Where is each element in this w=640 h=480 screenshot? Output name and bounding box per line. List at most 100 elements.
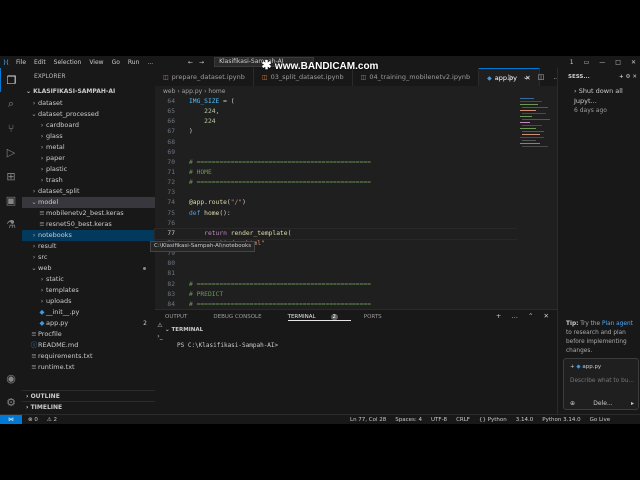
tree-item[interactable]: › paper (22, 153, 155, 164)
breadcrumb[interactable]: web › app.py › home (155, 86, 557, 97)
maximize-icon[interactable]: □ (615, 59, 621, 66)
tree-item[interactable]: › glass (22, 131, 155, 142)
remote-icon[interactable]: ⋈ (0, 415, 22, 424)
close-panel-icon[interactable]: ✕ (544, 312, 549, 320)
tree-item[interactable]: ◆ __init__.py (22, 307, 155, 318)
code-line[interactable]: 81 (155, 269, 517, 279)
code-line[interactable]: 80 (155, 259, 517, 269)
code-line[interactable]: 71 # HOME (155, 168, 517, 178)
search-icon[interactable]: ⌕ (0, 92, 22, 116)
tree-item[interactable]: ⌄model (22, 197, 155, 208)
tree-item[interactable]: › dataset (22, 98, 155, 109)
code-line[interactable]: 76 (155, 219, 517, 229)
code-line[interactable]: 75 def home(): (155, 209, 517, 219)
panel-tab[interactable]: OUTPUT (165, 314, 200, 320)
code-line[interactable]: 69 (155, 148, 517, 158)
tree-item[interactable]: ≡runtime.txt (22, 362, 155, 373)
code-line[interactable]: 72 # ====================================… (155, 178, 517, 188)
new-terminal-icon[interactable]: + (496, 312, 501, 320)
extensions-icon[interactable]: ⊞ (0, 164, 22, 188)
tree-item[interactable]: ⌄dataset_processed (22, 109, 155, 120)
panel-tab[interactable]: DEBUG CONSOLE (213, 314, 274, 320)
tree-item[interactable]: ⌄web (22, 263, 155, 274)
mode-select[interactable]: Dele... (593, 400, 612, 407)
tree-item[interactable]: › result (22, 241, 155, 252)
code-line[interactable]: 65 224, (155, 107, 517, 117)
status-item[interactable]: 3.14.0 (516, 417, 534, 423)
split-editor-icon[interactable]: ◫ (538, 73, 545, 81)
remote-explorer-icon[interactable]: ▣ (0, 188, 22, 212)
outline-section[interactable]: › OUTLINE (22, 390, 155, 401)
editor-tab[interactable]: ◫ prepare_dataset.ipynb (155, 68, 254, 86)
terminal-header[interactable]: ⌄ TERMINAL (155, 324, 557, 336)
notification-count[interactable]: 1 (570, 59, 574, 66)
layout-icon[interactable]: ▭ (584, 59, 590, 66)
tree-item[interactable]: ⓘREADME.md (22, 340, 155, 351)
menu-item[interactable]: Run (128, 59, 140, 66)
tree-item[interactable]: ◆ app.py 2 (22, 318, 155, 329)
status-item[interactable]: Go Live (590, 417, 611, 423)
terminal-prompt[interactable]: PS C:\Klasifikasi-Sampah-AI> (155, 342, 557, 349)
account-icon[interactable]: ◉ (0, 366, 22, 390)
tree-item[interactable]: ≡requirements.txt (22, 351, 155, 362)
panel-tab[interactable]: PORTS (364, 314, 395, 320)
minimap[interactable] (517, 97, 557, 309)
menu-item[interactable]: View (89, 59, 103, 66)
attachment-chip[interactable]: + ◆ app.py (570, 364, 638, 370)
code-line[interactable]: 74 @app.route("/") (155, 198, 517, 208)
tree-item[interactable]: › cardboard (22, 120, 155, 131)
settings-gear-icon[interactable]: ⚙ (0, 390, 22, 414)
status-item[interactable]: UTF-8 (431, 417, 447, 423)
session-item[interactable]: › Shut down all Jupyt... (558, 86, 640, 106)
tree-item[interactable]: › uploads (22, 296, 155, 307)
chevron-down-icon[interactable]: ⌄ (523, 73, 529, 81)
explorer-icon[interactable]: ❐ (0, 68, 23, 92)
tree-item[interactable]: ≡Procfile (22, 329, 155, 340)
editor-tab[interactable]: ◫ 03_split_dataset.ipynb (254, 68, 353, 86)
editor-tab[interactable]: ◫ 04_training_mobilenetv2.ipynb (353, 68, 480, 86)
close-icon[interactable]: ✕ (631, 59, 636, 66)
timeline-section[interactable]: › TIMELINE (22, 401, 155, 412)
tree-item[interactable]: › src (22, 252, 155, 263)
status-item[interactable]: Python 3.14.0 (542, 417, 580, 423)
tree-item[interactable]: ≡mobilenetv2_best.keras (22, 208, 155, 219)
status-item[interactable]: {} Python (479, 417, 507, 423)
terminal-icon[interactable]: ›_ (155, 333, 165, 344)
problems-warnings[interactable]: ⚠ 2 (47, 417, 57, 423)
code-line[interactable]: 77 return render_template( (154, 227, 518, 240)
warning-icon[interactable]: ⚠ (155, 322, 165, 333)
code-line[interactable]: 66 224 (155, 117, 517, 127)
tree-item[interactable]: › trash (22, 175, 155, 186)
menu-item[interactable]: File (16, 59, 26, 66)
testing-icon[interactable]: ⚗ (0, 212, 22, 236)
search-input[interactable]: Klasifikasi-Sampah-AI (214, 57, 315, 67)
code-line[interactable]: 73 (155, 188, 517, 198)
send-icon[interactable]: ▸ (631, 400, 634, 407)
chat-input[interactable]: + ◆ app.py Describe what to bu... ⊕ Dele… (563, 358, 639, 410)
plan-agent-link[interactable]: Plan agent (602, 321, 633, 327)
problems-errors[interactable]: ⊗ 0 (28, 417, 38, 423)
forward-arrow-icon[interactable]: → (199, 59, 204, 66)
tree-item[interactable]: › templates (22, 285, 155, 296)
menu-item[interactable]: ... (147, 59, 153, 66)
tree-item[interactable]: › notebooks (22, 230, 155, 241)
code-line[interactable]: 64 IMG_SIZE = ( (155, 97, 517, 107)
menu-item[interactable]: Edit (34, 59, 46, 66)
attach-icon[interactable]: ⊕ (570, 400, 575, 407)
chat-actions[interactable]: + ⚙ ✕ (619, 68, 637, 86)
code-editor[interactable]: 64 IMG_SIZE = (65 224, 66 224 67) 68 69 70 # ==… (154, 97, 518, 318)
run-debug-icon[interactable]: ▷ (0, 140, 22, 164)
workspace-root[interactable]: ⌄ KLASIFIKASI-SAMPAH-AI (22, 86, 155, 98)
menu-item[interactable]: Go (112, 59, 120, 66)
tree-item[interactable]: › dataset_split (22, 186, 155, 197)
menu-item[interactable]: Selection (54, 59, 82, 66)
code-line[interactable]: 70 # ====================================… (155, 158, 517, 168)
tree-item[interactable]: › metal (22, 142, 155, 153)
tree-item[interactable]: ≡resnet50_best.keras (22, 219, 155, 230)
tree-item[interactable]: › plastic (22, 164, 155, 175)
tree-item[interactable]: › static (22, 274, 155, 285)
minimize-icon[interactable]: — (599, 59, 605, 66)
code-line[interactable]: 67) (155, 127, 517, 137)
status-item[interactable]: Ln 77, Col 28 (350, 417, 386, 423)
status-item[interactable]: Spaces: 4 (395, 417, 422, 423)
